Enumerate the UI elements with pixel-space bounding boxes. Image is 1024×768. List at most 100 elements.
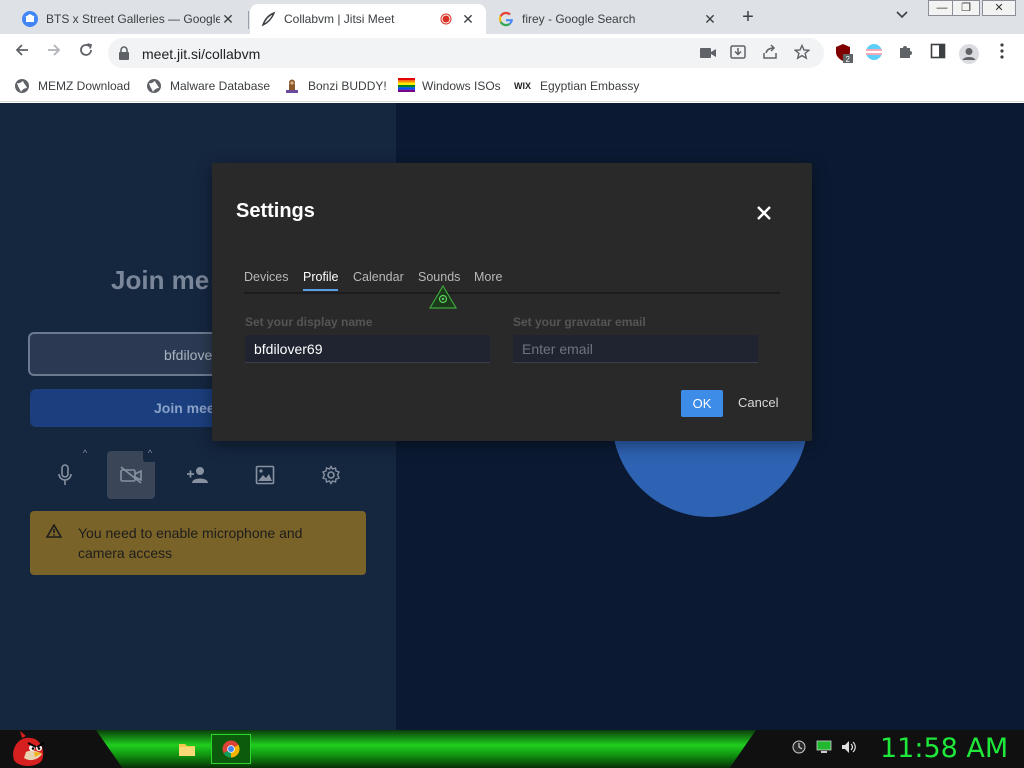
tab-separator (248, 11, 249, 29)
display-name-input[interactable] (245, 335, 490, 363)
bonzi-icon (284, 78, 300, 94)
wix-icon: WIX (514, 81, 531, 91)
forward-button[interactable] (42, 42, 66, 64)
settings-button[interactable] (307, 451, 355, 499)
window-close-button[interactable]: ✕ (982, 0, 1016, 16)
chrome-icon (222, 740, 240, 758)
tab-collabvm-jitsi[interactable]: Collabvm | Jitsi Meet ✕ (250, 4, 486, 34)
network-icon[interactable] (815, 740, 833, 758)
side-panel-icon[interactable] (928, 43, 948, 63)
invite-button[interactable] (174, 451, 222, 499)
camera-options-caret-icon[interactable]: ^ (143, 448, 157, 462)
mic-options-caret-icon[interactable]: ^ (78, 448, 92, 462)
tab-search-chevron-icon[interactable] (896, 8, 908, 22)
back-arrow-icon (15, 44, 28, 56)
lock-icon[interactable] (118, 46, 130, 65)
tab-title: Collabvm | Jitsi Meet (284, 12, 395, 26)
taskbar-clock[interactable]: 11:58 AM (880, 733, 1008, 764)
share-icon[interactable] (760, 44, 780, 64)
settings-tabs: Devices Profile Calendar Sounds More (244, 268, 780, 294)
ok-button[interactable]: OK (681, 390, 723, 417)
bookmark-star-icon[interactable] (792, 43, 812, 64)
svg-text:2: 2 (846, 55, 851, 63)
prejoin-name-input[interactable]: bfdilover (28, 332, 228, 376)
gravatar-email-label: Set your gravatar email (513, 315, 646, 329)
maximize-button[interactable]: ❐ (952, 0, 980, 16)
taskbar-chrome[interactable] (211, 734, 251, 764)
tab-sounds[interactable]: Sounds (418, 270, 460, 284)
url-text: meet.jit.si/collabvm (142, 46, 261, 62)
warning-icon (45, 523, 63, 543)
virtual-background-button[interactable] (241, 451, 289, 499)
join-meeting-button[interactable]: Join mee (30, 389, 230, 427)
menu-kebab-icon[interactable] (992, 43, 1012, 63)
address-bar[interactable]: meet.jit.si/collabvm (108, 38, 824, 68)
add-person-icon (187, 467, 208, 483)
start-button[interactable] (8, 730, 48, 768)
close-icon[interactable]: ✕ (220, 11, 236, 28)
bookmark-label: Malware Database (170, 79, 271, 93)
angry-bird-icon (13, 731, 45, 766)
tab-bts-street-galleries[interactable]: BTS x Street Galleries — Google Arts ✕ (12, 4, 246, 34)
folder-icon (179, 744, 195, 756)
custom-cursor-icon (428, 284, 458, 314)
tab-more[interactable]: More (474, 270, 502, 284)
tab-calendar[interactable]: Calendar (353, 270, 404, 284)
extensions-puzzle-icon[interactable] (896, 43, 916, 63)
arts-culture-icon (22, 11, 38, 27)
taskbar (0, 730, 1024, 768)
display-name-label: Set your display name (245, 315, 373, 329)
tab-firey-google-search[interactable]: firey - Google Search ✕ (488, 4, 728, 34)
close-icon[interactable]: ✕ (702, 11, 718, 28)
bookmark-windows-isos[interactable]: Windows ISOs (398, 78, 501, 94)
globe-icon (14, 78, 30, 94)
join-heading: Join me (111, 265, 210, 295)
rainbow-flag-icon (398, 78, 415, 94)
bookmark-label: Bonzi BUDDY! (308, 79, 387, 93)
browser-toolbar: meet.jit.si/collabvm 2 (0, 34, 1024, 72)
tab-devices[interactable]: Devices (244, 270, 288, 284)
new-tab-button[interactable]: + (736, 6, 760, 30)
tab-title: firey - Google Search (522, 12, 636, 26)
back-button[interactable] (10, 42, 34, 64)
prejoin-name-value: bfdilover (164, 347, 217, 363)
install-app-icon[interactable] (728, 44, 748, 64)
bookmarks-bar: MEMZ Download Malware Database Bonzi BUD… (0, 72, 1024, 102)
cancel-button[interactable]: Cancel (738, 395, 778, 410)
camera-in-use-icon[interactable] (698, 44, 718, 64)
tab-profile[interactable]: Profile (303, 270, 339, 291)
camera-off-icon (120, 466, 142, 484)
volume-icon[interactable] (840, 740, 858, 758)
dialog-close-button[interactable] (752, 201, 776, 225)
tray-clock-icon[interactable] (790, 740, 808, 758)
bookmark-egyptian-embassy[interactable]: WIX Egyptian Embassy (514, 78, 639, 94)
gravatar-email-input[interactable] (513, 335, 758, 363)
profile-avatar-icon[interactable] (958, 43, 979, 64)
recording-icon (438, 11, 454, 27)
bookmark-label: Egyptian Embassy (540, 79, 640, 93)
jitsi-feather-icon (260, 11, 276, 27)
tab-title: BTS x Street Galleries — Google Arts (46, 12, 220, 26)
reload-icon (80, 43, 93, 56)
gear-icon (322, 465, 340, 485)
taskbar-file-explorer[interactable] (167, 734, 207, 764)
ublock-extension-icon[interactable]: 2 (834, 43, 854, 64)
image-icon (255, 465, 275, 485)
close-icon[interactable]: ✕ (460, 11, 476, 28)
bookmark-bonzi-buddy[interactable]: Bonzi BUDDY! (284, 78, 387, 94)
permission-warning: You need to enable microphone and camera… (30, 511, 366, 575)
bookmark-label: MEMZ Download (38, 79, 131, 93)
join-button-label: Join mee (154, 400, 215, 416)
dialog-title: Settings (236, 200, 315, 222)
tab-strip: BTS x Street Galleries — Google Arts ✕ C… (0, 0, 1024, 34)
settings-dialog: Settings Devices Profile Calendar Sounds… (212, 163, 812, 441)
forward-arrow-icon (48, 44, 61, 56)
microphone-icon (58, 464, 72, 485)
bookmark-memz-download[interactable]: MEMZ Download (14, 78, 130, 94)
reload-button[interactable] (74, 42, 98, 64)
globe-icon (146, 78, 162, 94)
trans-flag-extension-icon[interactable] (864, 43, 884, 63)
bookmark-malware-database[interactable]: Malware Database (146, 78, 270, 94)
bookmark-label: Windows ISOs (422, 79, 501, 93)
google-icon (498, 11, 514, 27)
